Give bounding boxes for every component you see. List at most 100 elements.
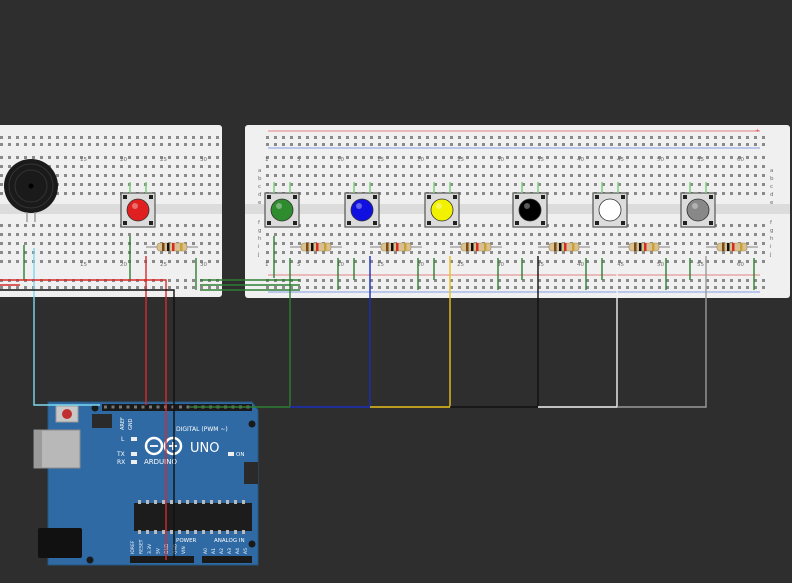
- hole: [698, 183, 701, 186]
- hole: [458, 242, 461, 245]
- hole: [176, 183, 179, 186]
- column-number: 30: [200, 262, 207, 268]
- hole: [746, 233, 749, 236]
- hole: [666, 136, 669, 139]
- hole: [192, 165, 195, 168]
- hole: [746, 183, 749, 186]
- hole: [746, 224, 749, 227]
- power-header[interactable]: [130, 556, 194, 563]
- hole: [48, 156, 51, 159]
- hole: [200, 192, 203, 195]
- hole: [330, 279, 333, 282]
- hole: [586, 224, 589, 227]
- hole: [48, 260, 51, 263]
- arduino-uno-board[interactable]: UNO ARDUINO DIGITAL (PWM ~) ANALOG IN PO…: [33, 401, 259, 566]
- hole: [354, 136, 357, 139]
- hole: [434, 165, 437, 168]
- hole: [650, 143, 653, 146]
- hole: [642, 286, 645, 289]
- hole: [418, 143, 421, 146]
- power-jack[interactable]: [38, 528, 82, 558]
- hole: [650, 260, 653, 263]
- hole: [266, 165, 269, 168]
- hole: [184, 174, 187, 177]
- hole: [450, 174, 453, 177]
- hole: [80, 143, 83, 146]
- column-number: 20: [120, 157, 127, 163]
- hole: [482, 136, 485, 139]
- hole: [594, 279, 597, 282]
- hole: [450, 165, 453, 168]
- hole: [426, 143, 429, 146]
- hole: [168, 224, 171, 227]
- hole: [184, 279, 187, 282]
- hole: [746, 156, 749, 159]
- hole: [40, 286, 43, 289]
- hole: [314, 233, 317, 236]
- hole: [762, 183, 765, 186]
- hole: [56, 143, 59, 146]
- analog-header[interactable]: [202, 556, 252, 563]
- row-letter: g: [770, 228, 774, 234]
- hole: [538, 143, 541, 146]
- hole: [554, 251, 557, 254]
- hole: [474, 183, 477, 186]
- hole: [362, 143, 365, 146]
- hole: [594, 286, 597, 289]
- hole: [674, 192, 677, 195]
- hole: [666, 183, 669, 186]
- hole: [482, 165, 485, 168]
- hole: [216, 165, 219, 168]
- hole: [410, 183, 413, 186]
- power-pin-label: GND: [164, 543, 170, 554]
- hole: [104, 242, 107, 245]
- hole: [386, 156, 389, 159]
- hole: [96, 174, 99, 177]
- reset-button[interactable]: [55, 405, 79, 423]
- hole: [266, 233, 269, 236]
- hole: [48, 143, 51, 146]
- hole: [554, 165, 557, 168]
- hole: [482, 192, 485, 195]
- hole: [674, 251, 677, 254]
- hole: [314, 251, 317, 254]
- tx-label: TX: [116, 451, 125, 458]
- hole: [128, 143, 131, 146]
- hole: [330, 183, 333, 186]
- hole: [200, 233, 203, 236]
- hole: [216, 242, 219, 245]
- hole: [386, 224, 389, 227]
- hole: [160, 174, 163, 177]
- hole: [562, 233, 565, 236]
- hole: [578, 183, 581, 186]
- hole: [498, 174, 501, 177]
- hole: [722, 143, 725, 146]
- power-pin-label: IOREF: [130, 540, 136, 554]
- column-number: 40: [577, 262, 584, 268]
- hole: [626, 233, 629, 236]
- hole: [698, 143, 701, 146]
- hole: [24, 233, 27, 236]
- column-number: 20: [120, 262, 127, 268]
- hole: [626, 174, 629, 177]
- hole: [642, 143, 645, 146]
- hole: [96, 242, 99, 245]
- hole: [88, 224, 91, 227]
- hole: [200, 183, 203, 186]
- hole: [338, 224, 341, 227]
- hole: [674, 286, 677, 289]
- hole: [274, 233, 277, 236]
- hole: [208, 286, 211, 289]
- hole: [658, 286, 661, 289]
- hole: [666, 242, 669, 245]
- hole: [754, 251, 757, 254]
- hole: [216, 192, 219, 195]
- hole: [562, 165, 565, 168]
- hole: [144, 242, 147, 245]
- hole: [626, 165, 629, 168]
- hole: [112, 165, 115, 168]
- hole: [498, 233, 501, 236]
- hole: [88, 143, 91, 146]
- hole: [594, 233, 597, 236]
- hole: [634, 286, 637, 289]
